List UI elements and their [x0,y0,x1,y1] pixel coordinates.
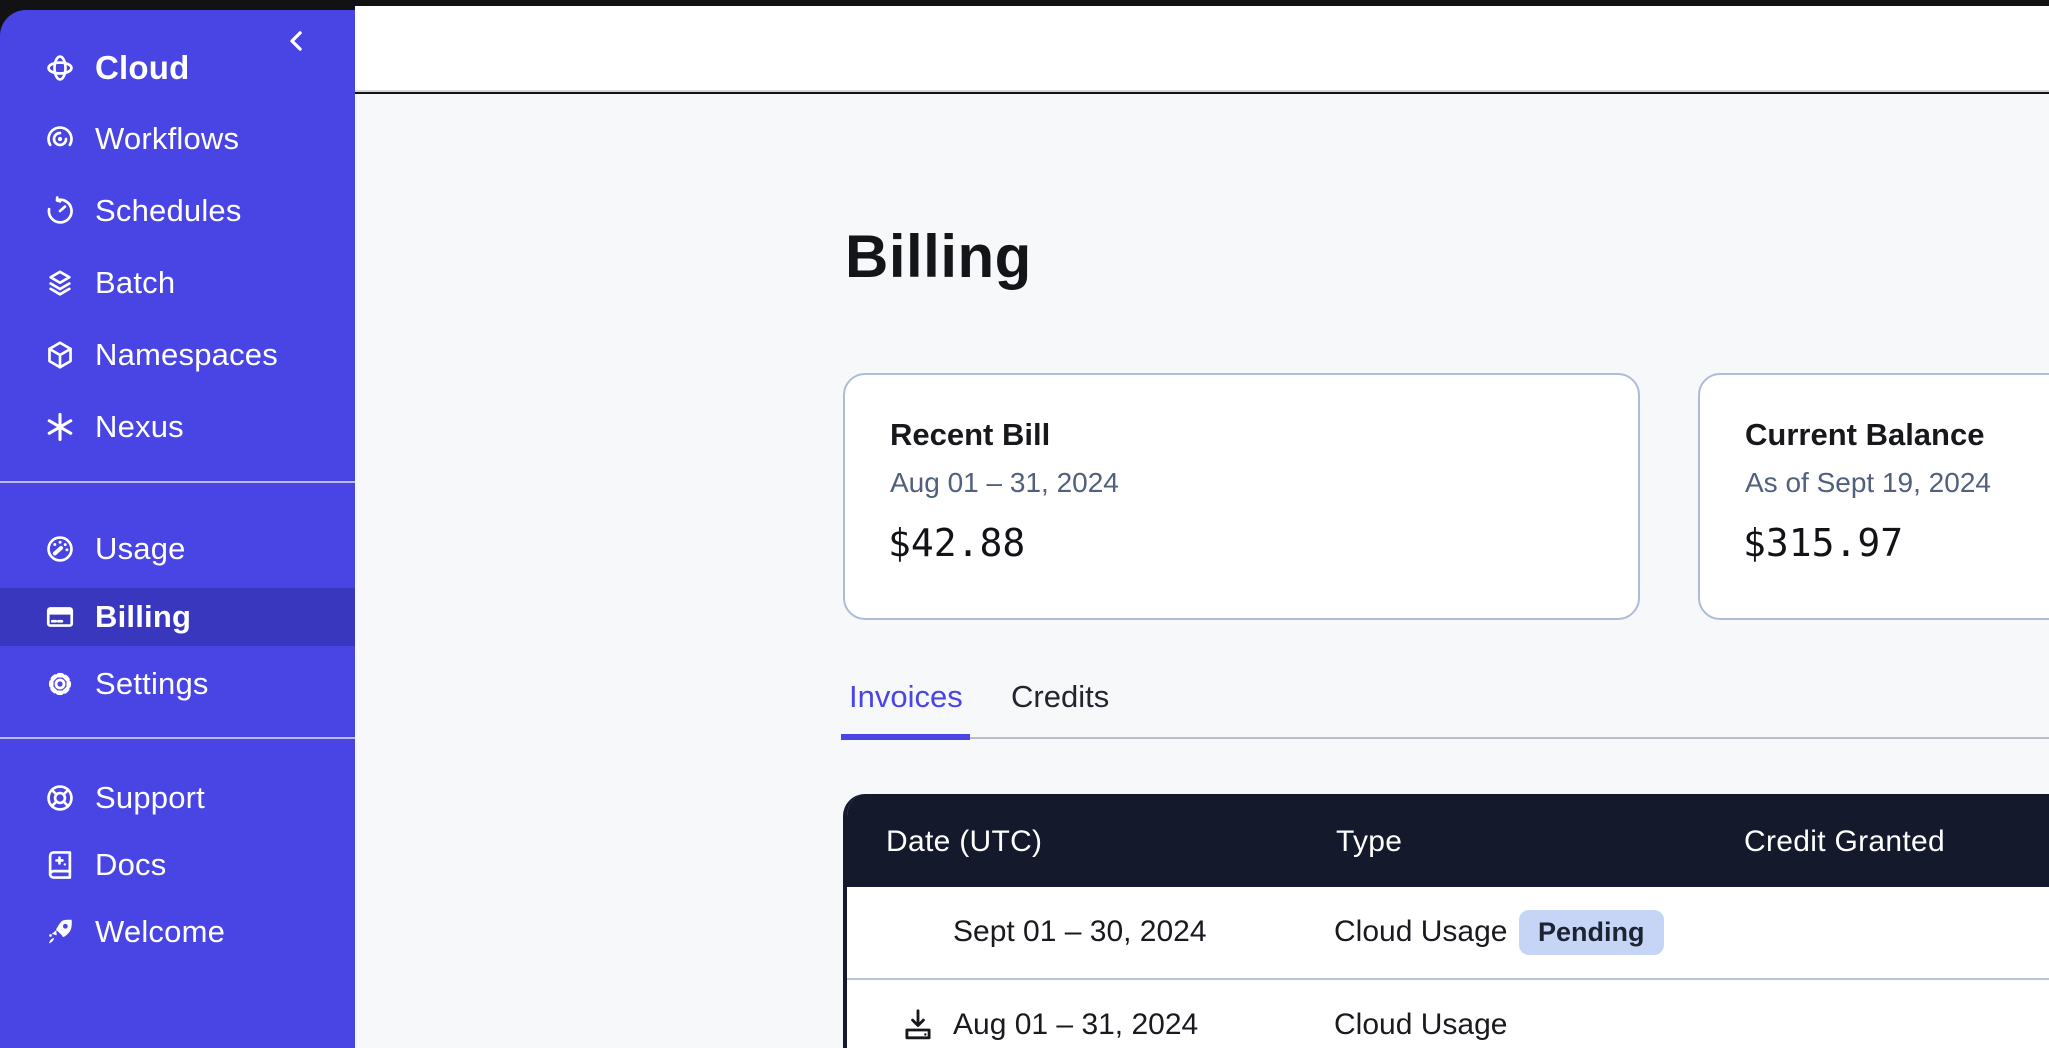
current-balance-card: Current Balance As of Sept 19, 2024 $315… [1698,373,2049,620]
sidebar-item-workflows[interactable]: Workflows [0,110,355,168]
settings-icon [44,668,76,700]
sidebar-item-namespaces[interactable]: Namespaces [0,326,355,384]
card-date: As of Sept 19, 2024 [1745,467,1991,499]
nexus-icon [44,411,76,443]
recent-bill-card: Recent Bill Aug 01 – 31, 2024 $42.88 [843,373,1640,620]
sidebar-item-nexus[interactable]: Nexus [0,398,355,456]
invoice-type: Cloud Usage [1334,1008,1507,1042]
main-content: Billing Recent Bill Aug 01 – 31, 2024 $4… [355,94,2049,1048]
table-row: Aug 01 – 31, 2024 Cloud Usage [847,978,2049,1048]
tab-invoices[interactable]: Invoices [849,679,963,715]
sidebar-collapse-button[interactable] [280,24,314,58]
workflows-icon [44,123,76,155]
column-header-date: Date (UTC) [886,825,1042,859]
topbar [355,6,2049,92]
sidebar-item-label: Usage [95,531,186,567]
sidebar-item-docs[interactable]: Docs [0,836,355,894]
sidebar-item-schedules[interactable]: Schedules [0,182,355,240]
sidebar-item-usage[interactable]: Usage [0,520,355,578]
invoice-type: Cloud Usage [1334,915,1507,949]
tab-divider [841,737,2049,739]
sidebar-item-settings[interactable]: Settings [0,655,355,713]
sidebar-item-support[interactable]: Support [0,769,355,827]
sidebar-item-label: Schedules [95,193,242,229]
invoices-table: Date (UTC) Type Credit Granted Sept 01 –… [843,794,2049,1048]
batch-icon [44,267,76,299]
sidebar-item-label: Docs [95,847,166,883]
schedules-icon [44,195,76,227]
page-title: Billing [845,222,1032,291]
brand-label: Cloud [95,49,189,87]
card-amount: $42.88 [888,521,1025,565]
sidebar-item-label: Billing [95,599,191,635]
column-header-type: Type [1336,825,1402,859]
table-header: Date (UTC) Type Credit Granted [847,794,2049,887]
billing-page: Cloud Workflows [0,0,2049,1048]
billing-icon [44,601,76,633]
usage-icon [44,533,76,565]
sidebar-item-welcome[interactable]: Welcome [0,903,355,961]
welcome-icon [44,916,76,948]
card-title: Recent Bill [890,417,1050,453]
status-badge: Pending [1519,910,1664,955]
invoice-date: Aug 01 – 31, 2024 [953,1008,1198,1042]
sidebar-item-label: Support [95,780,205,816]
temporal-logo-icon [44,52,76,84]
sidebar-item-label: Welcome [95,914,225,950]
chevron-left-icon [282,26,312,56]
sidebar-item-label: Workflows [95,121,239,157]
column-header-credit-granted: Credit Granted [1744,825,1945,859]
download-icon [900,1006,936,1042]
card-date-range: Aug 01 – 31, 2024 [890,467,1119,499]
sidebar-item-label: Batch [95,265,175,301]
card-amount: $315.97 [1743,521,1903,565]
table-row: Sept 01 – 30, 2024 Cloud Usage Pending [847,887,2049,978]
invoice-date: Sept 01 – 30, 2024 [953,915,1207,949]
sidebar-item-label: Nexus [95,409,184,445]
download-invoice-button[interactable] [900,1006,936,1042]
sidebar-item-batch[interactable]: Batch [0,254,355,312]
active-tab-indicator [841,734,970,740]
tab-credits[interactable]: Credits [1011,679,1109,715]
sidebar-divider [0,737,355,739]
sidebar-item-billing[interactable]: Billing [0,588,355,646]
sidebar: Cloud Workflows [0,10,355,1048]
card-title: Current Balance [1745,417,1984,453]
namespaces-icon [44,339,76,371]
sidebar-divider [0,481,355,483]
sidebar-item-label: Namespaces [95,337,278,373]
support-icon [44,782,76,814]
sidebar-item-label: Settings [95,666,209,702]
docs-icon [44,849,76,881]
